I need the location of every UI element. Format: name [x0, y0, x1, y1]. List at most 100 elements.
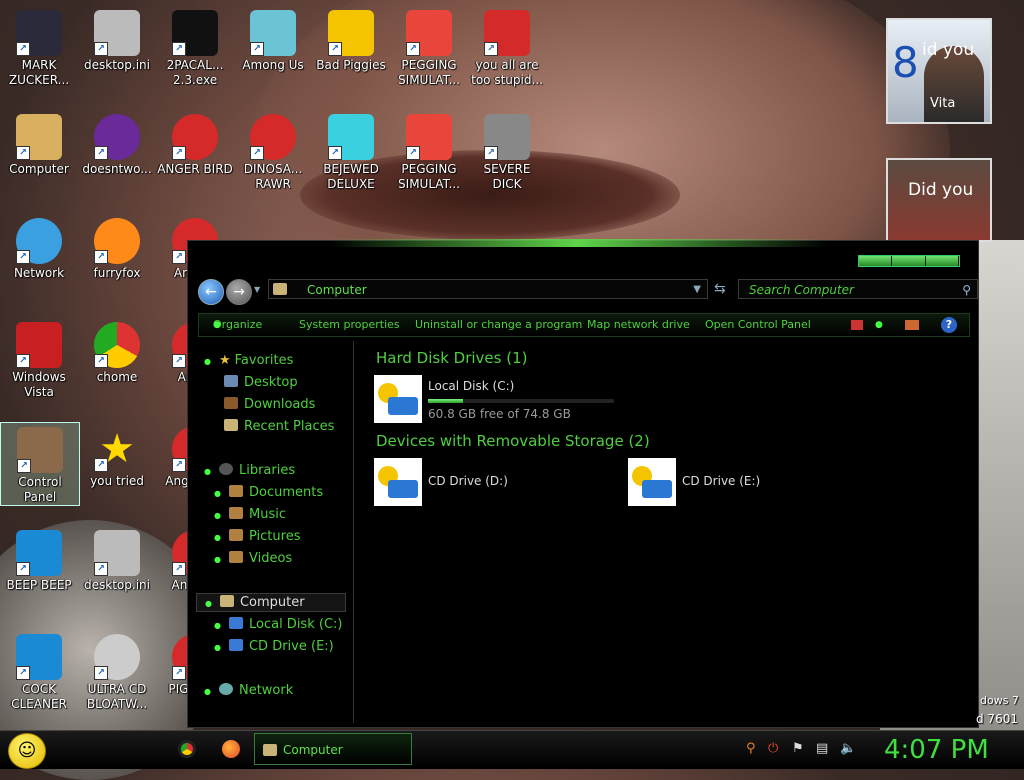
desktop-icon[interactable]: ↗ desktop.ini — [78, 526, 156, 593]
shortcut-arrow-icon: ↗ — [16, 666, 30, 680]
command-bar: Organize ● System properties Uninstall o… — [198, 313, 970, 337]
nav-cd-drive[interactable]: ● CD Drive (E:) — [214, 639, 334, 654]
desktop-icon[interactable]: ↗ Bad Piggies — [312, 6, 390, 73]
desktop-icon[interactable]: ↗ you all are too stupid... — [468, 6, 546, 88]
hard-disk-icon — [374, 375, 422, 423]
window-caption-buttons[interactable] — [858, 255, 960, 267]
desktop-icon[interactable]: ↗ Among Us — [234, 6, 312, 73]
shortcut-arrow-icon: ↗ — [16, 146, 30, 160]
nav-videos[interactable]: ● Videos — [214, 551, 292, 566]
nav-downloads[interactable]: Downloads — [224, 397, 315, 412]
pegging-p-icon: ↗ — [406, 10, 452, 56]
desktop-icon[interactable]: ↗ desktop.ini — [78, 6, 156, 73]
taskbar-explorer-task[interactable]: Computer — [254, 733, 412, 765]
back-button[interactable]: ← — [198, 279, 224, 305]
recent-places-icon — [224, 419, 238, 431]
desktop-icon[interactable]: ↗ COCK CLEANER — [0, 630, 78, 712]
desktop-icon[interactable]: ↗ Computer — [0, 110, 78, 177]
nav-documents[interactable]: ● Documents — [214, 485, 323, 500]
nav-local-disk[interactable]: ● Local Disk (C:) — [214, 617, 342, 632]
power-tray-icon[interactable]: ⏻ — [768, 741, 778, 756]
address-dropdown-icon[interactable]: ▼ — [693, 280, 701, 300]
search-tray-icon[interactable]: ⚲ — [746, 741, 756, 756]
desktop-icon[interactable]: ↗ Control Panel — [0, 422, 80, 506]
group-removable-storage[interactable]: Devices with Removable Storage (2) — [376, 432, 650, 450]
ini-file-icon: ↗ — [94, 530, 140, 576]
nav-favorites[interactable]: ● ★ Favorites — [204, 353, 293, 368]
search-input[interactable]: Search Computer ⚲ — [738, 279, 978, 299]
refresh-icon[interactable]: ⇆ — [714, 281, 726, 297]
desktop-icon[interactable]: ↗ Network — [0, 214, 78, 281]
desktop-icon[interactable]: ↗ MARK ZUCKER... — [0, 6, 78, 88]
forward-button[interactable]: → — [226, 279, 252, 305]
recent-pages-chevron-icon[interactable]: ▼ — [254, 285, 260, 294]
angry-bird-icon: ↗ — [250, 114, 296, 160]
desktop-icon-label: you tried — [90, 474, 144, 488]
music-icon — [228, 507, 243, 519]
action-center-flag-icon[interactable]: ⚑ — [792, 741, 804, 756]
desktop-icon-label: BEEP BEEP — [6, 578, 72, 592]
desktop-icon[interactable]: ↗ 2PACAL... 2.3.exe — [156, 6, 234, 88]
desktop-icon-label: Control Panel — [18, 475, 62, 504]
nav-computer[interactable]: ● Computer — [196, 593, 346, 612]
maximize-button[interactable] — [892, 256, 926, 266]
view-options-icon[interactable] — [851, 320, 863, 330]
map-network-drive-button[interactable]: Map network drive — [587, 314, 690, 336]
nav-recent-places[interactable]: Recent Places — [224, 419, 334, 434]
nav-pictures[interactable]: ● Pictures — [214, 529, 300, 544]
help-icon[interactable]: ? — [941, 317, 957, 333]
desktop-icon[interactable]: ↗ Windows Vista — [0, 318, 78, 400]
volume-icon[interactable]: 🔈 — [840, 741, 856, 756]
gadget-digit: 8 — [892, 38, 919, 87]
drive-cd-e[interactable]: CD Drive (E:) — [628, 458, 828, 508]
view-dropdown-icon[interactable]: ● — [875, 314, 883, 336]
desktop-icon[interactable]: ↗ SEVERE DICK — [468, 110, 546, 192]
slideshow-gadget[interactable]: Did you — [886, 158, 992, 242]
desktop-icon[interactable]: ★ ↗ you tried — [78, 422, 156, 489]
cd-drive-icon — [628, 458, 676, 506]
drive-local-disk-c[interactable]: Local Disk (C:) 60.8 GB free of 74.8 GB — [374, 375, 624, 425]
nav-network[interactable]: ● Network — [204, 683, 293, 698]
watermark-line-1: dows 7 — [980, 694, 1019, 707]
minimize-button[interactable] — [859, 256, 893, 266]
uninstall-program-button[interactable]: Uninstall or change a program — [415, 314, 582, 336]
desktop-icon-label: 2PACAL... 2.3.exe — [166, 58, 224, 87]
close-button[interactable] — [925, 256, 959, 266]
search-icon[interactable]: ⚲ — [962, 280, 971, 300]
photo-gadget[interactable]: 8 id you Vita — [886, 18, 992, 124]
desktop-icon[interactable]: ↗ doesntwo... — [78, 110, 156, 177]
desktop-icon[interactable]: ↗ furryfox — [78, 214, 156, 281]
desktop-icon[interactable]: ↗ PEGGING SIMULAT... — [390, 6, 468, 88]
start-button[interactable]: ☺ — [8, 733, 46, 769]
desktop-icon[interactable]: ↗ PEGGING SIMULAT... — [390, 110, 468, 192]
nav-libraries[interactable]: ● Libraries — [204, 463, 295, 478]
drive-cd-d[interactable]: CD Drive (D:) — [374, 458, 574, 508]
firefox-taskbar-icon[interactable] — [222, 740, 240, 758]
yahoo-messenger-icon: ↗ — [94, 114, 140, 160]
address-bar[interactable]: Computer ▼ — [268, 279, 708, 299]
explorer-window[interactable]: ← → ▼ Computer ▼ ⇆ Search Computer ⚲ Org… — [187, 239, 979, 728]
desktop-icon — [224, 375, 238, 387]
desktop-icon-label: furryfox — [93, 266, 141, 280]
search-placeholder: Search Computer — [749, 283, 854, 297]
desktop-icon[interactable]: ↗ ULTRA CD BLOATW... — [78, 630, 156, 712]
desktop-icon[interactable]: ↗ BEJEWED DELUXE — [312, 110, 390, 192]
desktop-icon[interactable]: ↗ DINOSA... RAWR — [234, 110, 312, 192]
pictures-icon — [228, 529, 243, 541]
desktop-icon[interactable]: ↗ chome — [78, 318, 156, 385]
nav-music[interactable]: ● Music — [214, 507, 286, 522]
desktop-icon[interactable]: ↗ BEEP BEEP — [0, 526, 78, 593]
nav-desktop[interactable]: Desktop — [224, 375, 298, 390]
network-tray-icon[interactable]: ▤ — [816, 741, 828, 756]
shortcut-arrow-icon: ↗ — [172, 666, 186, 680]
taskbar-clock[interactable]: 4:07 PM — [884, 733, 989, 767]
desktop-icon[interactable]: ↗ ANGER BIRD — [156, 110, 234, 177]
preview-pane-icon[interactable] — [905, 320, 919, 330]
bejeweled-icon: ↗ — [328, 114, 374, 160]
system-properties-button[interactable]: System properties — [299, 314, 400, 336]
group-hard-disk-drives[interactable]: Hard Disk Drives (1) — [376, 349, 527, 367]
task-label: Computer — [283, 743, 343, 757]
blue-book-icon: ↗ — [16, 634, 62, 680]
open-control-panel-button[interactable]: Open Control Panel — [705, 314, 811, 336]
chrome-taskbar-icon[interactable] — [178, 740, 196, 758]
